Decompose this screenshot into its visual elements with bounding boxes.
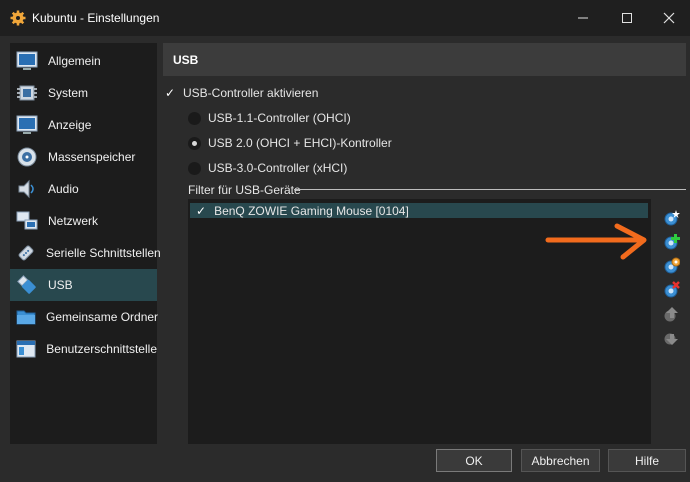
radio-indicator: [188, 136, 201, 150]
ok-button[interactable]: OK: [436, 449, 512, 472]
usb-controller-enable-label: USB-Controller aktivieren: [183, 86, 319, 100]
settings-sidebar: Allgemein System Anzeige Massenspeicher …: [10, 43, 161, 444]
audio-icon: [16, 178, 38, 200]
checkmark-icon: ✓: [165, 86, 176, 100]
help-button[interactable]: Hilfe: [608, 449, 686, 472]
minimize-icon: [578, 17, 588, 19]
usb-filter-add-empty-icon: [664, 210, 680, 226]
usb-2-0-radio[interactable]: USB 2.0 (OHCI + EHCI)-Kontroller: [188, 136, 392, 150]
sidebar-item-gemeinsame-ordner[interactable]: Gemeinsame Ordner: [10, 301, 158, 333]
add-device-filter-button[interactable]: [661, 232, 681, 252]
usb-controller-enable-checkbox[interactable]: ✓ USB-Controller aktivieren: [165, 86, 318, 100]
usb-filter-label: BenQ ZOWIE Gaming Mouse [0104]: [214, 203, 409, 218]
minimize-button[interactable]: [569, 8, 597, 28]
list-item[interactable]: ✓ BenQ ZOWIE Gaming Mouse [0104]: [190, 203, 648, 218]
shared-folder-icon: [16, 306, 36, 328]
maximize-icon: [622, 13, 632, 23]
title-bar: Kubuntu - Einstellungen: [0, 0, 690, 36]
sidebar-item-anzeige[interactable]: Anzeige: [10, 109, 157, 141]
usb-filter-section-title: Filter für USB-Geräte: [188, 183, 301, 197]
close-button[interactable]: [655, 8, 683, 28]
close-icon: [663, 12, 675, 24]
cancel-button[interactable]: Abbrechen: [521, 449, 600, 472]
page-title: USB: [173, 53, 199, 67]
page-header: USB: [163, 43, 686, 76]
radio-indicator: [188, 111, 201, 125]
usb-filter-list[interactable]: ✓ BenQ ZOWIE Gaming Mouse [0104]: [188, 199, 651, 444]
usb-3-0-radio[interactable]: USB-3.0-Controller (xHCI): [188, 161, 347, 175]
arrow-down-icon: [664, 333, 678, 345]
radio-indicator: [188, 161, 201, 175]
usb-filter-add-device-icon: [664, 234, 680, 250]
system-chip-icon: [16, 82, 38, 104]
network-icon: [16, 210, 38, 232]
sidebar-item-massenspeicher[interactable]: Massenspeicher: [10, 141, 157, 173]
section-divider: [294, 189, 686, 190]
gear-icon: [10, 10, 26, 26]
move-filter-up-button[interactable]: [661, 304, 681, 324]
storage-icon: [16, 146, 38, 168]
sidebar-item-allgemein[interactable]: Allgemein: [10, 45, 157, 77]
arrow-up-icon: [664, 307, 678, 322]
sidebar-item-netzwerk[interactable]: Netzwerk: [10, 205, 157, 237]
serial-port-icon: [16, 242, 36, 264]
sidebar-item-benutzerschnittstelle[interactable]: Benutzerschnittstelle: [10, 333, 157, 365]
checkmark-icon[interactable]: ✓: [196, 204, 206, 218]
add-empty-filter-button[interactable]: [661, 208, 681, 228]
display-icon: [16, 114, 38, 136]
usb-filter-remove-icon: [664, 281, 680, 298]
usb-1-1-radio[interactable]: USB-1.1-Controller (OHCI): [188, 111, 351, 125]
maximize-button[interactable]: [613, 8, 641, 28]
usb-icon: [16, 274, 38, 296]
move-filter-down-button[interactable]: [661, 328, 681, 348]
sidebar-item-serielle-schnittstellen[interactable]: Serielle Schnittstellen: [10, 237, 161, 269]
sidebar-item-audio[interactable]: Audio: [10, 173, 157, 205]
sidebar-item-usb[interactable]: USB: [10, 269, 157, 301]
remove-filter-button[interactable]: [661, 280, 681, 300]
usb-filter-edit-icon: [664, 257, 680, 274]
edit-filter-button[interactable]: [661, 256, 681, 276]
general-icon: [16, 50, 38, 72]
sidebar-item-system[interactable]: System: [10, 77, 157, 109]
window-title: Kubuntu - Einstellungen: [32, 11, 160, 25]
user-interface-icon: [16, 338, 36, 360]
